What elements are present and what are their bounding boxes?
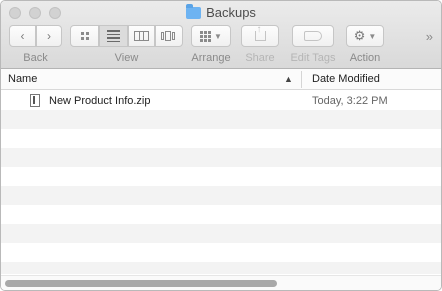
name-column-header[interactable]: Name: [8, 73, 37, 85]
tag-icon: [304, 31, 322, 41]
icon-view-icon: [80, 32, 89, 40]
file-list: New Product Info.zip Today, 3:22 PM: [1, 91, 441, 274]
table-row[interactable]: New Product Info.zip Today, 3:22 PM: [1, 91, 441, 110]
window-title: Backups: [1, 3, 441, 20]
edit-tags-label: Edit Tags: [290, 52, 336, 64]
back-button[interactable]: ‹: [9, 25, 36, 47]
share-icon: [254, 24, 266, 41]
edit-tags-button[interactable]: [292, 25, 334, 47]
sort-ascending-icon[interactable]: ▲: [284, 74, 293, 84]
empty-row: [1, 148, 441, 167]
empty-row: [1, 167, 441, 186]
date-modified-column-header[interactable]: Date Modified: [312, 73, 380, 85]
empty-row: [1, 205, 441, 224]
arrange-icon: [200, 30, 212, 42]
file-name: New Product Info.zip: [49, 95, 151, 107]
zip-file-icon: [30, 94, 40, 107]
action-button[interactable]: ⚙ ▼: [346, 25, 384, 47]
column-view-button[interactable]: [128, 25, 155, 47]
gear-icon: ⚙: [353, 28, 366, 43]
finder-window: Backups ‹ › Back View ▼ Arrange ↑ Share …: [0, 0, 442, 291]
empty-row: [1, 243, 441, 262]
share-label: Share: [245, 52, 275, 64]
scrollbar-thumb[interactable]: [5, 280, 277, 287]
empty-row: [1, 262, 441, 274]
folder-icon: [186, 3, 202, 19]
arrange-label: Arrange: [191, 52, 231, 64]
toolbar: Backups ‹ › Back View ▼ Arrange ↑ Share …: [1, 1, 441, 69]
chevron-down-icon: ▼: [214, 31, 222, 41]
file-date-modified: Today, 3:22 PM: [312, 95, 388, 107]
empty-row: [1, 110, 441, 129]
forward-button[interactable]: ›: [36, 25, 62, 47]
chevron-right-icon: ›: [47, 29, 51, 43]
list-view-icon: [107, 30, 120, 42]
column-header-bar: Name ▲ Date Modified: [1, 69, 441, 90]
toolbar-overflow-button[interactable]: »: [426, 29, 433, 44]
empty-row: [1, 224, 441, 243]
cover-flow-view-button[interactable]: [155, 25, 183, 47]
chevron-left-icon: ‹: [20, 29, 25, 43]
empty-row: [1, 129, 441, 148]
column-view-icon: [134, 31, 149, 41]
share-button[interactable]: [241, 24, 279, 47]
icon-view-button[interactable]: [70, 25, 99, 47]
chevron-down-icon: ▼: [368, 31, 377, 41]
list-view-button[interactable]: [99, 25, 128, 47]
view-label: View: [114, 52, 139, 64]
column-divider[interactable]: [301, 71, 302, 88]
horizontal-scrollbar[interactable]: [1, 275, 441, 290]
empty-row: [1, 186, 441, 205]
back-label: Back: [23, 52, 48, 64]
action-label: Action: [349, 52, 381, 64]
cover-flow-icon: [161, 31, 177, 41]
arrange-button[interactable]: ▼: [191, 25, 231, 47]
window-title-text: Backups: [206, 5, 256, 20]
